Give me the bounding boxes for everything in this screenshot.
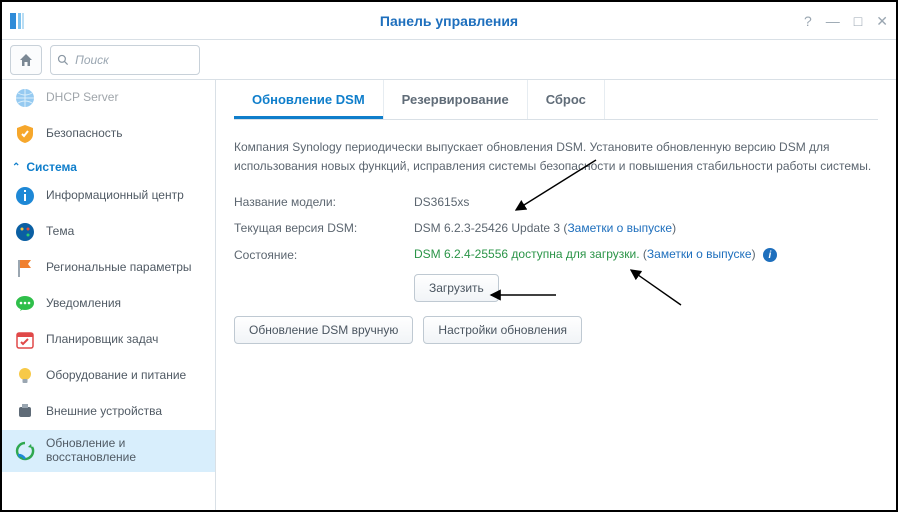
sidebar-item-update-restore[interactable]: Обновление и восстановление [2, 430, 215, 472]
model-value: DS3615xs [414, 195, 469, 209]
sidebar: DHCP Server Безопасность ⌃ Система Инфор… [2, 80, 216, 510]
row-status: Состояние: DSM 6.2.4-25556 доступна для … [234, 247, 878, 262]
sidebar-section-system[interactable]: ⌃ Система [2, 152, 215, 178]
search-input[interactable] [75, 53, 193, 67]
tab-dsm-update[interactable]: Обновление DSM [234, 80, 384, 119]
update-description: Компания Synology периодически выпускает… [234, 138, 878, 175]
status-label: Состояние: [234, 248, 414, 262]
sidebar-item-scheduler[interactable]: Планировщик задач [2, 322, 215, 358]
sidebar-section-label: Система [26, 160, 77, 174]
home-button[interactable] [10, 45, 42, 75]
sidebar-item-external[interactable]: Внешние устройства [2, 394, 215, 430]
release-notes-link-current[interactable]: Заметки о выпуске [567, 221, 672, 235]
calendar-icon [14, 329, 36, 351]
status-value: DSM 6.2.4-25556 доступна для загрузки. (… [414, 247, 777, 262]
palette-icon [14, 221, 36, 243]
sidebar-item-notifications[interactable]: Уведомления [2, 286, 215, 322]
bulb-icon [14, 365, 36, 387]
sidebar-item-dhcp[interactable]: DHCP Server [2, 80, 215, 116]
sidebar-item-label: Планировщик задач [46, 333, 158, 347]
sidebar-item-label: Оборудование и питание [46, 369, 186, 383]
sidebar-item-label: Внешние устройства [46, 405, 162, 419]
sidebar-item-label: Безопасность [46, 127, 123, 141]
current-version-value: DSM 6.2.3-25426 Update 3 (Заметки о выпу… [414, 221, 676, 235]
window-title: Панель управления [2, 13, 896, 29]
chat-icon [14, 293, 36, 315]
search-box[interactable] [50, 45, 200, 75]
close-button[interactable]: ✕ [876, 13, 888, 30]
sidebar-item-label: DHCP Server [46, 91, 118, 105]
current-version-text: DSM 6.2.3-25426 Update 3 [414, 221, 560, 235]
row-current-version: Текущая версия DSM: DSM 6.2.3-25426 Upda… [234, 221, 878, 235]
model-label: Название модели: [234, 195, 414, 209]
download-button[interactable]: Загрузить [414, 274, 499, 302]
search-icon [57, 53, 69, 67]
chevron-down-icon: ⌃ [12, 162, 20, 173]
available-version-text: DSM 6.2.4-25556 доступна для загрузки. [414, 247, 640, 261]
tabs: Обновление DSM Резервирование Сброс [234, 80, 878, 120]
maximize-button[interactable]: □ [854, 13, 862, 29]
globe-icon [14, 87, 36, 109]
window-controls: ? — □ ✕ [804, 2, 888, 40]
minimize-button[interactable]: — [826, 13, 840, 29]
tab-backup[interactable]: Резервирование [384, 80, 528, 119]
info-tooltip-icon[interactable]: i [763, 248, 777, 262]
main-panel: Обновление DSM Резервирование Сброс Комп… [216, 80, 896, 510]
flag-icon [14, 257, 36, 279]
sidebar-item-label: Уведомления [46, 297, 121, 311]
shield-icon [14, 123, 36, 145]
sidebar-item-label: Тема [46, 225, 74, 239]
manual-update-button[interactable]: Обновление DSM вручную [234, 316, 413, 344]
tab-reset[interactable]: Сброс [528, 80, 605, 119]
row-model: Название модели: DS3615xs [234, 195, 878, 209]
refresh-icon [14, 440, 36, 462]
usb-icon [14, 401, 36, 423]
release-notes-link-available[interactable]: Заметки о выпуске [647, 247, 752, 261]
sidebar-item-hardware[interactable]: Оборудование и питание [2, 358, 215, 394]
info-icon [14, 185, 36, 207]
sidebar-item-theme[interactable]: Тема [2, 214, 215, 250]
update-settings-button[interactable]: Настройки обновления [423, 316, 582, 344]
sidebar-item-label: Региональные параметры [46, 261, 192, 275]
sidebar-item-regional[interactable]: Региональные параметры [2, 250, 215, 286]
help-icon[interactable]: ? [804, 13, 812, 29]
sidebar-item-label: Информационный центр [46, 189, 184, 203]
toolbar [2, 40, 896, 80]
app-icon [8, 11, 28, 31]
sidebar-item-security[interactable]: Безопасность [2, 116, 215, 152]
sidebar-item-info-center[interactable]: Информационный центр [2, 178, 215, 214]
titlebar: Панель управления ? — □ ✕ [2, 2, 896, 40]
current-version-label: Текущая версия DSM: [234, 221, 414, 235]
sidebar-item-label: Обновление и восстановление [46, 437, 203, 465]
